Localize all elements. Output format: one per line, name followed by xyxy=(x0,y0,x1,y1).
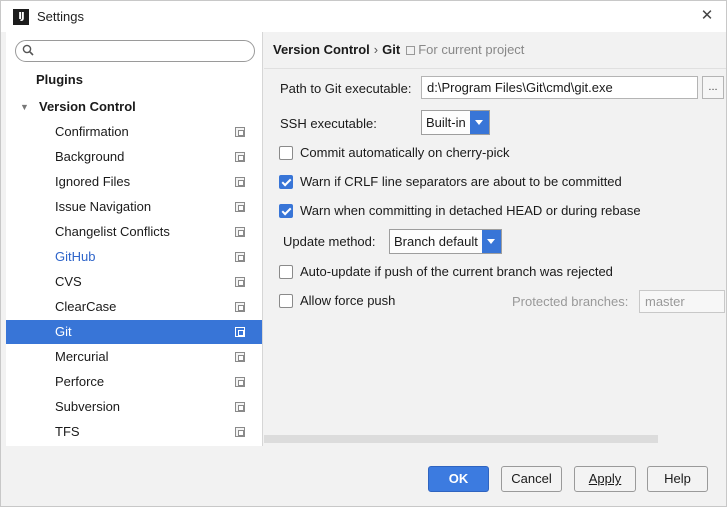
project-scope-icon xyxy=(235,152,245,162)
sidebar-item-label: TFS xyxy=(55,424,80,439)
window-title: Settings xyxy=(37,9,84,24)
protected-branches-label: Protected branches: xyxy=(512,294,629,309)
sidebar-item-label: Subversion xyxy=(55,399,121,414)
ssh-executable-value: Built-in xyxy=(426,115,466,130)
checkbox-unchecked[interactable] xyxy=(279,265,293,279)
project-scope-icon xyxy=(235,202,245,212)
checkbox-label: Auto-update if push of the current branc… xyxy=(300,264,613,279)
sidebar-item-ignored-files[interactable]: Ignored Files xyxy=(6,170,262,194)
settings-window: IJ Settings ✕ Plugins ▼ Version Control … xyxy=(0,0,727,507)
project-scope-icon xyxy=(235,127,245,137)
cancel-button[interactable]: Cancel xyxy=(501,466,562,492)
update-method-value: Branch default xyxy=(394,234,478,249)
project-scope-icon xyxy=(235,352,245,362)
ssh-executable-dropdown[interactable]: Built-in xyxy=(421,110,490,135)
sidebar-item-changelist-conflicts[interactable]: Changelist Conflicts xyxy=(6,220,262,244)
warn-crlf-checkbox[interactable]: Warn if CRLF line separators are about t… xyxy=(279,174,699,192)
sidebar-item-label: CVS xyxy=(55,274,82,289)
sidebar-item-label: Issue Navigation xyxy=(55,199,152,214)
sidebar-item-version-control[interactable]: ▼ Version Control xyxy=(6,95,262,119)
settings-search-box[interactable] xyxy=(15,40,255,62)
sidebar-item-github[interactable]: GitHub xyxy=(6,245,262,269)
sidebar-item-label: ClearCase xyxy=(55,299,117,314)
project-scope-icon xyxy=(235,377,245,387)
breadcrumb-current: Git xyxy=(382,42,401,57)
checkbox-label: Commit automatically on cherry-pick xyxy=(300,145,510,160)
git-settings-panel: Version Control › Git For current project P… xyxy=(264,32,726,446)
project-scope-icon xyxy=(235,427,245,437)
sidebar-item-label: Plugins xyxy=(36,72,83,87)
breadcrumb-parent[interactable]: Version Control xyxy=(273,42,370,57)
checkbox-checked[interactable] xyxy=(279,175,293,189)
header-divider xyxy=(264,68,726,69)
sidebar-item-mercurial[interactable]: Mercurial xyxy=(6,345,262,369)
sidebar-item-label: Version Control xyxy=(39,99,136,114)
sidebar-item-clearcase[interactable]: ClearCase xyxy=(6,295,262,319)
sidebar-item-label: Ignored Files xyxy=(55,174,131,189)
sidebar-item-label: Mercurial xyxy=(55,349,109,364)
sidebar-item-issue-navigation[interactable]: Issue Navigation xyxy=(6,195,262,219)
warn-detached-head-checkbox[interactable]: Warn when committing in detached HEAD or… xyxy=(279,203,699,221)
sidebar-item-subversion[interactable]: Subversion xyxy=(6,395,262,419)
ssh-executable-label: SSH executable: xyxy=(280,116,377,131)
project-scope-icon xyxy=(235,327,245,337)
ok-button[interactable]: OK xyxy=(428,466,489,492)
sidebar-item-tfs[interactable]: TFS xyxy=(6,420,262,444)
git-path-label: Path to Git executable: xyxy=(280,81,412,96)
sidebar-item-label: Changelist Conflicts xyxy=(55,224,170,239)
search-icon xyxy=(22,44,34,56)
sidebar-item-label: Perforce xyxy=(55,374,105,389)
project-scope-icon xyxy=(235,252,245,262)
sidebar-item-label: Confirmation xyxy=(55,124,129,139)
project-scope-icon xyxy=(235,177,245,187)
checkbox-label: Warn if CRLF line separators are about t… xyxy=(300,174,622,189)
help-button[interactable]: Help xyxy=(647,466,708,492)
sidebar-item-perforce[interactable]: Perforce xyxy=(6,370,262,394)
sidebar-item-plugins[interactable]: Plugins xyxy=(6,68,262,92)
close-icon[interactable]: ✕ xyxy=(696,5,718,27)
project-scope-icon xyxy=(235,402,245,412)
sidebar-item-git[interactable]: Git xyxy=(6,320,262,344)
chevron-down-icon xyxy=(482,230,501,253)
protected-branches-field[interactable]: master xyxy=(639,290,725,313)
checkbox-label: Allow force push xyxy=(300,293,396,308)
browse-button[interactable]: ... xyxy=(702,76,724,99)
commit-cherry-pick-checkbox[interactable]: Commit automatically on cherry-pick xyxy=(279,145,579,163)
update-method-label: Update method: xyxy=(283,234,376,249)
apply-button[interactable]: Apply xyxy=(574,466,636,492)
project-scope-icon xyxy=(235,227,245,237)
checkbox-unchecked[interactable] xyxy=(279,146,293,160)
allow-force-push-checkbox[interactable]: Allow force push xyxy=(279,293,439,311)
sidebar-item-label: Git xyxy=(55,324,72,339)
project-scope-icon xyxy=(406,46,416,55)
sidebar-item-cvs[interactable]: CVS xyxy=(6,270,262,294)
chevron-down-icon xyxy=(470,111,489,134)
sidebar-item-confirmation[interactable]: Confirmation xyxy=(6,120,262,144)
search-input[interactable] xyxy=(38,43,248,59)
checkbox-unchecked[interactable] xyxy=(279,294,293,308)
settings-sidebar: Plugins ▼ Version Control Confirmation B… xyxy=(6,32,263,446)
sidebar-item-background[interactable]: Background xyxy=(6,145,262,169)
horizontal-scrollbar[interactable] xyxy=(264,435,658,443)
sidebar-item-label: Background xyxy=(55,149,125,164)
title-bar: IJ Settings ✕ xyxy=(1,1,726,32)
apply-label: Apply xyxy=(588,471,622,486)
sidebar-item-label: GitHub xyxy=(55,249,96,264)
expand-arrow-icon[interactable]: ▼ xyxy=(20,95,29,119)
breadcrumb: Version Control › Git For current project xyxy=(273,42,524,57)
update-method-dropdown[interactable]: Branch default xyxy=(389,229,502,254)
breadcrumb-scope: For current project xyxy=(418,42,525,57)
project-scope-icon xyxy=(235,277,245,287)
project-scope-icon xyxy=(235,302,245,312)
intellij-app-icon: IJ xyxy=(13,9,29,25)
breadcrumb-separator: › xyxy=(373,42,379,57)
git-path-field[interactable]: d:\Program Files\Git\cmd\git.exe xyxy=(421,76,698,99)
checkbox-label: Warn when committing in detached HEAD or… xyxy=(300,203,641,218)
checkbox-checked[interactable] xyxy=(279,204,293,218)
auto-update-checkbox[interactable]: Auto-update if push of the current branc… xyxy=(279,264,699,282)
